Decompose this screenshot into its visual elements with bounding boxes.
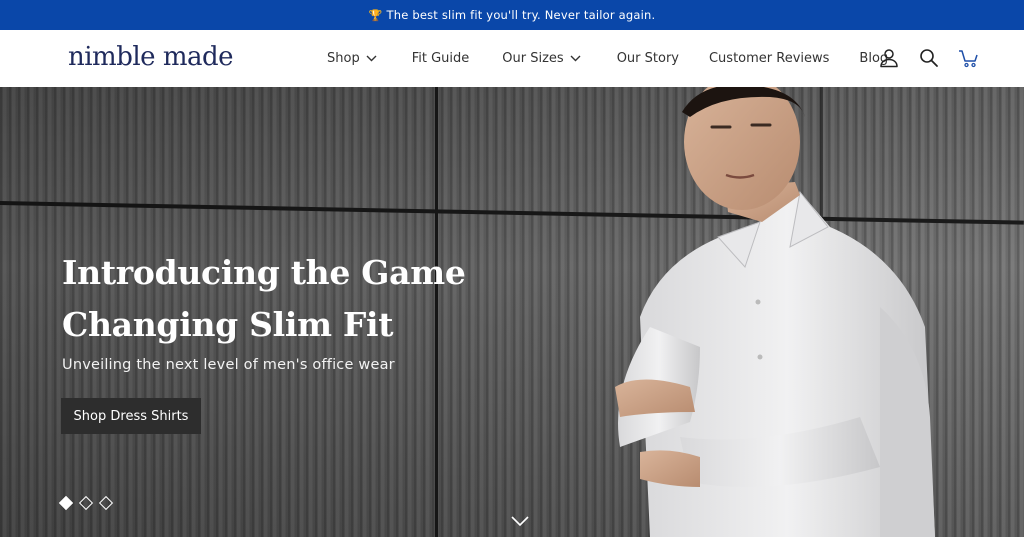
nav-our-story-label: Our Story xyxy=(616,51,679,66)
search-icon[interactable] xyxy=(918,47,940,69)
chevron-down-icon xyxy=(570,55,581,62)
cart-icon[interactable] xyxy=(958,47,980,69)
nav-shop[interactable]: Shop xyxy=(327,51,377,66)
nav-fit-guide-label: Fit Guide xyxy=(411,51,470,66)
hero-headline: Introducing the Game Changing Slim Fit xyxy=(62,247,502,351)
header-icons xyxy=(878,47,980,69)
shop-dress-shirts-button[interactable]: Shop Dress Shirts xyxy=(61,398,201,434)
hero-headline-line1: Introducing the Game xyxy=(62,253,466,292)
site-header: nimble made Shop Fit Guide Our Sizes Our… xyxy=(0,30,1024,87)
slide-indicators xyxy=(58,495,114,511)
nav-customer-reviews[interactable]: Customer Reviews xyxy=(709,51,829,66)
nav-shop-label: Shop xyxy=(327,51,360,66)
slide-dot-2[interactable] xyxy=(78,495,94,511)
nav-our-sizes-label: Our Sizes xyxy=(502,51,564,66)
announcement-bar: 🏆 The best slim fit you'll try. Never ta… xyxy=(0,0,1024,30)
chevron-down-icon[interactable] xyxy=(510,515,530,527)
nav-our-sizes[interactable]: Our Sizes xyxy=(502,51,581,66)
main-nav: Shop Fit Guide Our Sizes Our Story Custo… xyxy=(327,30,888,87)
hero-banner: Introducing the Game Changing Slim Fit U… xyxy=(0,87,1024,537)
brand-logo[interactable]: nimble made xyxy=(68,42,234,72)
hero-subheadline: Unveiling the next level of men's office… xyxy=(62,357,395,373)
announcement-text: The best slim fit you'll try. Never tail… xyxy=(386,8,656,22)
slide-dot-1[interactable] xyxy=(58,495,74,511)
slide-dot-3[interactable] xyxy=(98,495,114,511)
nav-fit-guide[interactable]: Fit Guide xyxy=(412,51,470,66)
nav-our-story[interactable]: Our Story xyxy=(617,51,679,66)
chevron-down-icon xyxy=(366,55,377,62)
nav-customer-reviews-label: Customer Reviews xyxy=(708,51,830,66)
trophy-icon: 🏆 xyxy=(368,8,383,22)
account-icon[interactable] xyxy=(878,47,900,69)
hero-headline-line2: Changing Slim Fit xyxy=(62,305,394,344)
